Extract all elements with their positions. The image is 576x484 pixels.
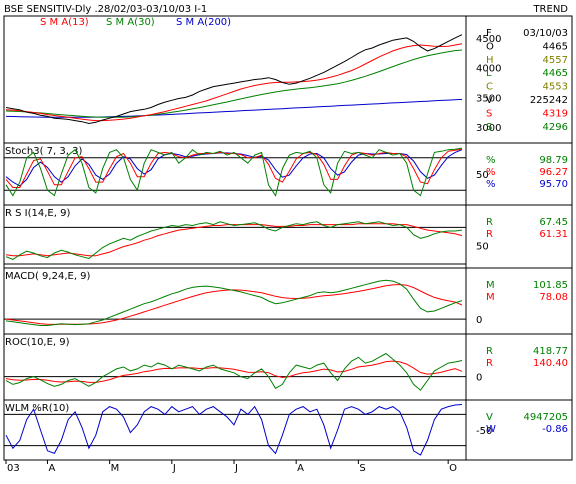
info-key: % (486, 167, 496, 178)
info-key: R (486, 229, 493, 240)
info-value: 225242 (530, 95, 568, 106)
info-value: 418.77 (533, 346, 568, 357)
info-key: L (486, 68, 492, 79)
panel-title: WLM %R(10) (5, 403, 69, 414)
info-key: V (486, 412, 493, 423)
info-key: F (486, 28, 492, 39)
info-value: 03/10/03 (523, 28, 568, 39)
info-key: W (486, 424, 496, 435)
info-value: 4465 (543, 68, 568, 79)
y-tick-label: 0 (476, 373, 482, 384)
info-key: M (486, 280, 495, 291)
y-tick-label: 50 (476, 242, 489, 253)
info-value: 101.85 (533, 280, 568, 291)
x-tick-label: A (48, 463, 55, 474)
info-value: 4319 (543, 108, 568, 119)
info-value: -0.86 (542, 424, 568, 435)
info-key: O (486, 41, 494, 52)
chart-svg: BSE SENSITIV-Dly .28/02/03-03/10/03 I-1 … (0, 0, 576, 480)
info-value: 4465 (543, 41, 568, 52)
panel-title: MACD( 9,24,E, 9) (5, 271, 91, 282)
chart-right-label: TREND (532, 4, 568, 15)
legend-sma200: S M A(200) (176, 17, 231, 28)
info-value: 98.79 (539, 155, 568, 166)
info-key: R (486, 358, 493, 369)
info-value: 4553 (543, 82, 568, 93)
info-value: 4557 (543, 55, 568, 66)
legend-sma30: S M A(30) (106, 17, 155, 28)
panel-title: ROC(10,E, 9) (5, 337, 70, 348)
info-key: % (486, 155, 496, 166)
info-key: S (486, 108, 492, 119)
y-tick-label: 0 (476, 315, 482, 326)
info-value: 4296 (543, 122, 568, 133)
chart-title: BSE SENSITIV-Dly .28/02/03-03/10/03 I-1 (4, 4, 207, 15)
info-key: H (486, 55, 494, 66)
x-tick-label: M (111, 463, 120, 474)
info-value: 140.40 (533, 358, 568, 369)
info-key: R (486, 217, 493, 228)
info-value: 96.27 (539, 167, 568, 178)
info-key: M (486, 292, 495, 303)
info-value: 95.70 (539, 179, 568, 190)
x-tick-label: A (297, 463, 304, 474)
panel-title: Stoch3( 7, 3, 3) (5, 146, 82, 157)
info-value: 67.45 (539, 217, 568, 228)
legend-sma13: S M A(13) (40, 17, 89, 28)
chart-canvas: BSE SENSITIV-Dly .28/02/03-03/10/03 I-1 … (0, 0, 576, 480)
info-key: V (486, 95, 493, 106)
info-value: 78.08 (539, 292, 568, 303)
x-tick-label: O (449, 463, 457, 474)
panel-title: R S I(14,E, 9) (5, 208, 70, 219)
x-tick-label: S (359, 463, 365, 474)
info-key: S (486, 122, 492, 133)
x-tick-label: J (234, 463, 238, 474)
x-tick-label: J (172, 463, 176, 474)
info-key: C (486, 82, 493, 93)
info-value: 4947205 (523, 412, 568, 423)
x-tick-label: 03 (7, 463, 20, 474)
info-key: R (486, 346, 493, 357)
info-value: 61.31 (539, 229, 568, 240)
info-key: % (486, 179, 496, 190)
